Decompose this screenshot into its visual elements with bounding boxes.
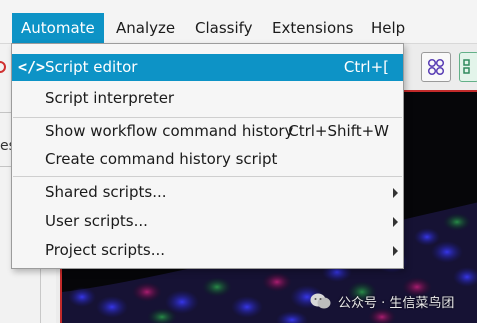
menu-help[interactable]: Help xyxy=(362,13,414,43)
menu-item-script-interpreter[interactable]: Script interpreter xyxy=(12,85,403,112)
menu-item-show-workflow-history[interactable]: Show workflow command history Ctrl+Shift… xyxy=(12,118,403,145)
menu-item-user-scripts[interactable]: User scripts... xyxy=(12,208,403,235)
menu-item-create-history-script[interactable]: Create command history script xyxy=(12,146,403,173)
menu-item-label: Project scripts... xyxy=(45,241,166,259)
menu-item-script-editor[interactable]: </> Script editor Ctrl+[ xyxy=(12,54,403,81)
menu-item-label: Shared scripts... xyxy=(45,183,167,201)
watermark-text: 公众号 · 生信菜鸟团 xyxy=(338,295,455,311)
menu-automate[interactable]: Automate xyxy=(12,13,104,43)
menu-item-shortcut: Ctrl+[ xyxy=(343,58,389,76)
grid-icon xyxy=(463,59,470,74)
watermark: 公众号 · 生信菜鸟团 xyxy=(310,288,454,314)
menu-item-project-scripts[interactable]: Project scripts... xyxy=(12,237,403,264)
menu-analyze[interactable]: Analyze xyxy=(107,13,184,43)
automate-menu: </> Script editor Ctrl+[ Script interpre… xyxy=(11,43,404,269)
menu-separator xyxy=(13,176,402,177)
submenu-arrow-icon xyxy=(393,217,398,227)
points-icon xyxy=(427,58,445,76)
menu-item-shortcut: Ctrl+Shift+W xyxy=(288,122,389,140)
menu-bar: Automate Analyze Classify Extensions Hel… xyxy=(0,0,477,44)
wechat-icon xyxy=(310,293,331,309)
menu-item-label: Script editor xyxy=(45,58,138,76)
code-icon: </> xyxy=(18,58,46,76)
menu-item-shared-scripts[interactable]: Shared scripts... xyxy=(12,179,403,206)
menu-extensions[interactable]: Extensions xyxy=(263,13,362,43)
submenu-arrow-icon xyxy=(393,246,398,256)
points-tool-button[interactable] xyxy=(421,52,451,82)
menu-item-label: Create command history script xyxy=(45,150,278,168)
toolbar-icon-partial[interactable] xyxy=(0,58,6,76)
menu-item-label: Script interpreter xyxy=(45,89,175,107)
submenu-arrow-icon xyxy=(393,188,398,198)
panel-splitter[interactable] xyxy=(40,268,41,323)
menu-item-label: Show workflow command history xyxy=(45,122,294,140)
menu-item-label: User scripts... xyxy=(45,212,148,230)
grid-tool-button[interactable] xyxy=(459,52,477,82)
menu-classify[interactable]: Classify xyxy=(186,13,262,43)
